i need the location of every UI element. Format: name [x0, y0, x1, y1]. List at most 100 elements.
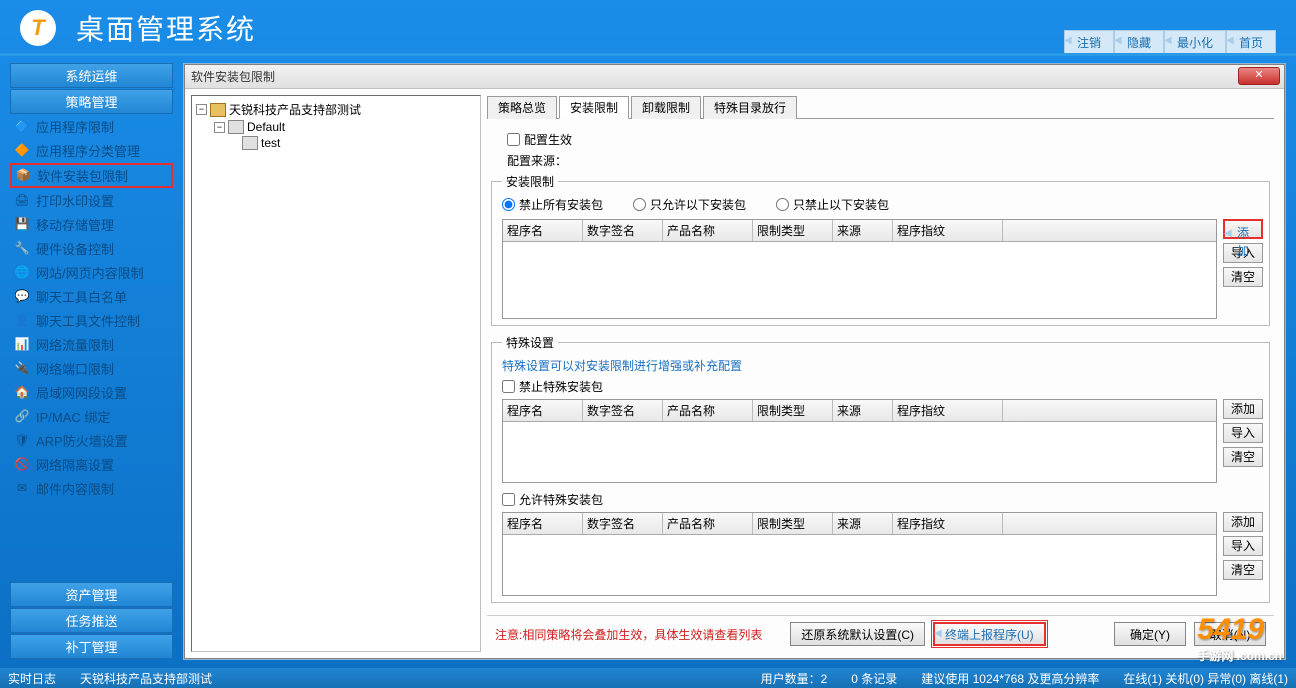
sidebar-item-0[interactable]: 🔷应用程序限制: [10, 115, 173, 138]
col-5[interactable]: 程序指纹: [893, 400, 1003, 421]
allow-special-table[interactable]: 程序名数字签名产品名称限制类型来源程序指纹: [502, 512, 1217, 596]
add-button-3[interactable]: 添加: [1223, 512, 1263, 532]
sidebar-item-label: 邮件内容限制: [36, 479, 114, 498]
sidebar-item-label: 网络端口限制: [36, 359, 114, 378]
hide-link[interactable]: 隐藏: [1114, 30, 1164, 55]
col-5[interactable]: 程序指纹: [893, 220, 1003, 241]
col-3[interactable]: 限制类型: [753, 513, 833, 534]
sidebar-item-15[interactable]: ✉ 邮件内容限制: [10, 477, 173, 500]
radio-deny-all[interactable]: [502, 198, 515, 211]
sidebar-hdr-asset[interactable]: 资产管理: [10, 582, 173, 607]
sidebar-item-label: 硬件设备控制: [36, 239, 114, 258]
sidebar-item-7[interactable]: 💬聊天工具白名单: [10, 285, 173, 308]
tree-default[interactable]: Default: [247, 120, 285, 134]
add-button-2[interactable]: 添加: [1223, 399, 1263, 419]
col-4[interactable]: 来源: [833, 220, 893, 241]
header-links: 注销 隐藏 最小化 首页: [1064, 30, 1276, 55]
radio-deny-only[interactable]: [776, 198, 789, 211]
sidebar-item-3[interactable]: 🖨打印水印设置: [10, 189, 173, 212]
status-realtime[interactable]: 实时日志: [8, 670, 56, 687]
deny-special-table[interactable]: 程序名数字签名产品名称限制类型来源程序指纹: [502, 399, 1217, 483]
clear-button-3[interactable]: 清空: [1223, 560, 1263, 580]
config-effective-checkbox[interactable]: [507, 133, 520, 146]
sidebar-item-2[interactable]: 📦软件安装包限制: [10, 163, 173, 188]
col-3[interactable]: 限制类型: [753, 400, 833, 421]
org-tree[interactable]: −天锐科技产品支持部测试 −Default test: [191, 95, 481, 652]
tree-leaf[interactable]: test: [261, 136, 280, 150]
footer-note: 注意:相同策略将会叠加生效，具体生效请查看列表: [495, 626, 762, 643]
col-1[interactable]: 数字签名: [583, 400, 663, 421]
sidebar-item-icon: 👤: [14, 313, 30, 329]
sidebar-hdr-maint[interactable]: 系统运维: [10, 63, 173, 88]
radio-allow-only[interactable]: [633, 198, 646, 211]
tree-collapse-icon[interactable]: −: [214, 122, 225, 133]
col-0[interactable]: 程序名: [503, 400, 583, 421]
sidebar-item-9[interactable]: 📊网络流量限制: [10, 333, 173, 356]
clear-button-2[interactable]: 清空: [1223, 447, 1263, 467]
sidebar-item-12[interactable]: 🔗 IP/MAC 绑定: [10, 405, 173, 428]
col-2[interactable]: 产品名称: [663, 400, 753, 421]
tab-install-restrict[interactable]: 安装限制: [559, 96, 629, 119]
sidebar-item-14[interactable]: 🚫网络隔离设置: [10, 453, 173, 476]
add-button[interactable]: 添加: [1223, 219, 1263, 239]
dialog-titlebar: 软件安装包限制 ✕: [185, 65, 1284, 89]
dialog-tabs: 策略总览 安装限制 卸载限制 特殊目录放行: [487, 95, 1274, 119]
dialog-title: 软件安装包限制: [191, 68, 275, 85]
sidebar-item-label: 应用程序限制: [36, 117, 114, 136]
sidebar-hdr-policy[interactable]: 策略管理: [10, 89, 173, 114]
allow-special-checkbox[interactable]: [502, 493, 515, 506]
home-link[interactable]: 首页: [1226, 30, 1276, 55]
status-records: 0 条记录: [851, 670, 897, 687]
sidebar-item-label: 网络隔离设置: [36, 455, 114, 474]
install-restrict-dialog: 软件安装包限制 ✕ −天锐科技产品支持部测试 −Default test 策略总…: [184, 64, 1285, 659]
config-effective-label: 配置生效: [524, 131, 572, 148]
close-icon[interactable]: ✕: [1238, 67, 1280, 85]
sidebar-item-13[interactable]: 🛡ARP防火墙设置: [10, 429, 173, 452]
sidebar-item-10[interactable]: 🔌网络端口限制: [10, 357, 173, 380]
col-4[interactable]: 来源: [833, 513, 893, 534]
ok-button[interactable]: 确定(Y): [1114, 622, 1186, 646]
tree-root[interactable]: 天锐科技产品支持部测试: [229, 101, 361, 118]
col-0[interactable]: 程序名: [503, 220, 583, 241]
sidebar-item-icon: 💾: [14, 217, 30, 233]
col-0[interactable]: 程序名: [503, 513, 583, 534]
sidebar-item-icon: 🔗: [14, 409, 30, 425]
sidebar-item-6[interactable]: 🌐网站/网页内容限制: [10, 261, 173, 284]
col-2[interactable]: 产品名称: [663, 513, 753, 534]
tab-uninstall-restrict[interactable]: 卸载限制: [631, 96, 701, 119]
sidebar-hdr-task[interactable]: 任务推送: [10, 608, 173, 633]
sidebar-item-1[interactable]: 🔶应用程序分类管理: [10, 139, 173, 162]
cancel-button[interactable]: 取消(N): [1194, 622, 1266, 646]
install-table[interactable]: 程序名数字签名产品名称限制类型来源程序指纹: [502, 219, 1217, 319]
dialog-footer: 注意:相同策略将会叠加生效，具体生效请查看列表 还原系统默认设置(C) 终端上报…: [487, 615, 1274, 652]
computer-icon: [242, 136, 258, 150]
sidebar-item-label: IP/MAC 绑定: [36, 407, 110, 426]
import-button-3[interactable]: 导入: [1223, 536, 1263, 556]
tab-special-dir[interactable]: 特殊目录放行: [703, 96, 797, 119]
tree-collapse-icon[interactable]: −: [196, 104, 207, 115]
sidebar-item-11[interactable]: 🏠局域网网段设置: [10, 381, 173, 404]
deny-special-checkbox[interactable]: [502, 380, 515, 393]
clear-button[interactable]: 清空: [1223, 267, 1263, 287]
minimize-link[interactable]: 最小化: [1164, 30, 1226, 55]
logout-link[interactable]: 注销: [1064, 30, 1114, 55]
install-restrict-group: 安装限制 禁止所有安装包 只允许以下安装包 只禁止以下安装包 程序名数字签名产品…: [491, 173, 1270, 326]
col-4[interactable]: 来源: [833, 400, 893, 421]
sidebar-item-5[interactable]: 🔧硬件设备控制: [10, 237, 173, 260]
sidebar-item-8[interactable]: 👤聊天工具文件控制: [10, 309, 173, 332]
col-1[interactable]: 数字签名: [583, 513, 663, 534]
import-button-2[interactable]: 导入: [1223, 423, 1263, 443]
col-1[interactable]: 数字签名: [583, 220, 663, 241]
sidebar-item-label: 软件安装包限制: [37, 166, 128, 185]
tab-overview[interactable]: 策略总览: [487, 96, 557, 119]
sidebar-item-icon: 🏠: [14, 385, 30, 401]
col-3[interactable]: 限制类型: [753, 220, 833, 241]
sidebar-item-icon: ✉: [14, 481, 30, 497]
sidebar-hdr-patch[interactable]: 补丁管理: [10, 634, 173, 659]
app-header: T 桌面管理系统 注销 隐藏 最小化 首页: [0, 0, 1296, 55]
sidebar-item-4[interactable]: 💾移动存储管理: [10, 213, 173, 236]
terminal-report-button[interactable]: 终端上报程序(U): [933, 622, 1046, 646]
col-5[interactable]: 程序指纹: [893, 513, 1003, 534]
col-2[interactable]: 产品名称: [663, 220, 753, 241]
restore-default-button[interactable]: 还原系统默认设置(C): [790, 622, 925, 646]
